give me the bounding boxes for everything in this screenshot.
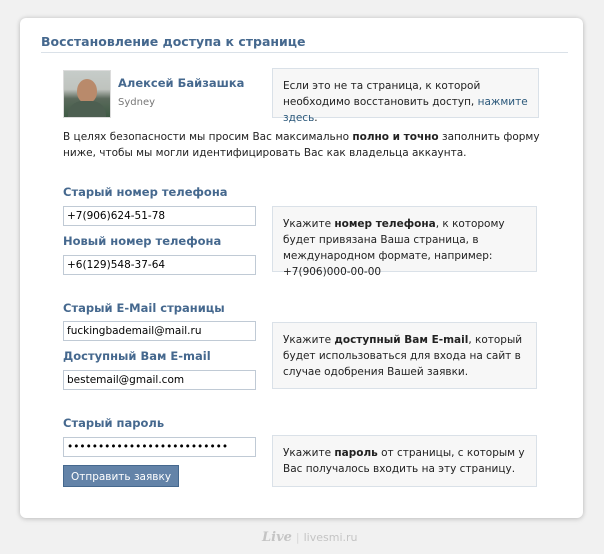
old-password-input[interactable]	[63, 437, 256, 457]
watermark: Live | livesmi.ru	[262, 530, 358, 545]
email-hint-before: Укажите	[283, 334, 335, 346]
user-city: Sydney	[118, 97, 156, 108]
password-hint: Укажите пароль от страницы, с которым у …	[272, 435, 537, 487]
restore-access-card: Восстановление доступа к странице Алексе…	[20, 18, 583, 518]
phone-hint: Укажите номер телефона, к которому будет…	[272, 206, 537, 278]
new-phone-input[interactable]	[63, 255, 256, 275]
new-email-input[interactable]	[63, 370, 256, 390]
email-hint: Укажите доступный Вам E-mail, который бу…	[272, 322, 537, 389]
old-email-label: Старый E-Mail страницы	[63, 301, 225, 315]
phone-hint-before: Укажите	[283, 218, 335, 230]
new-phone-label: Новый номер телефона	[63, 234, 222, 248]
title-divider	[41, 52, 568, 53]
new-email-label: Доступный Вам E-mail	[63, 349, 211, 363]
old-email-input[interactable]	[63, 321, 256, 341]
live-logo: Live	[262, 530, 292, 545]
intro-before: В целях безопасности мы просим Вас макси…	[63, 131, 353, 143]
old-phone-input[interactable]	[63, 206, 256, 226]
old-password-label: Старый пароль	[63, 416, 165, 430]
phone-hint-bold: номер телефона	[334, 218, 436, 230]
avatar-shirt	[68, 101, 106, 117]
wrong-page-hint: Если это не та страница, к которой необх…	[272, 68, 539, 124]
user-avatar[interactable]	[63, 70, 111, 118]
avatar-face	[77, 79, 97, 103]
intro-bold: полно и точно	[352, 131, 439, 143]
wrong-page-hint-tail: .	[314, 112, 318, 124]
password-hint-before: Укажите	[283, 447, 335, 459]
password-hint-bold: пароль	[334, 447, 378, 459]
watermark-site: livesmi.ru	[303, 531, 358, 544]
submit-request-button[interactable]: Отправить заявку	[63, 465, 179, 487]
wrong-page-hint-text: Если это не та страница, к которой необх…	[283, 80, 481, 108]
watermark-separator: |	[295, 531, 300, 544]
old-phone-label: Старый номер телефона	[63, 185, 228, 199]
email-hint-bold: доступный Вам E-mail	[334, 334, 469, 346]
intro-text: В целях безопасности мы просим Вас макси…	[63, 129, 563, 161]
user-name-link[interactable]: Алексей Байзашка	[118, 76, 244, 90]
page-title: Восстановление доступа к странице	[41, 34, 306, 49]
